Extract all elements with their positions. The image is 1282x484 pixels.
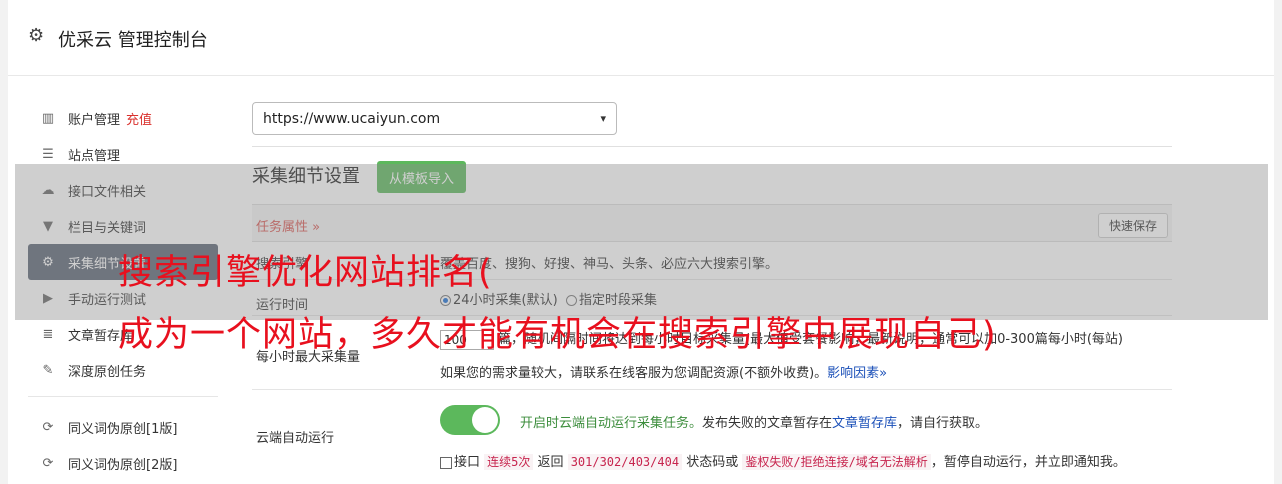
cloud-run-toggle[interactable]	[440, 405, 500, 435]
sidebar-divider	[28, 396, 218, 397]
sidebar-item-account[interactable]: ▥ 账户管理 充值	[28, 100, 218, 136]
cloud-run-desc: 开启时云端自动运行采集任务。发布失败的文章暂存在文章暂存库，请自行获取。	[520, 412, 988, 431]
page-title: 优采云 管理控制台	[58, 30, 208, 51]
refresh-icon: ⟳	[42, 455, 54, 471]
pause-text-status: 状态码或	[686, 455, 739, 470]
bar-chart-icon: ▥	[41, 110, 55, 126]
row-cloud-auto-run: 云端自动运行 开启时云端自动运行采集任务。发布失败的文章暂存在文章暂存库，请自行…	[252, 390, 1172, 484]
max-per-hour-line2: 如果您的需求量较大，请联系在线客服为您调配资源(不额外收费)。影响因素»	[440, 362, 887, 381]
pause-label: 接口	[454, 455, 481, 470]
sidebar-item-label: 同义词伪原创[2版]	[68, 457, 178, 473]
row-label: 云端自动运行	[256, 431, 335, 446]
sidebar-item-synonym-v2[interactable]: ⟳ 同义词伪原创[2版]	[28, 445, 218, 481]
capacity-note: 如果您的需求量较大，请联系在线客服为您调配资源(不额外收费)。	[440, 366, 828, 381]
chevron-double-icon: »	[879, 366, 888, 381]
sidebar-item-label: 深度原创任务	[68, 364, 147, 380]
gray-overlay-band	[15, 164, 1268, 320]
pause-text-return: 返回	[537, 455, 564, 470]
cloud-run-enabled-text: 开启时云端自动运行采集任务。	[520, 416, 703, 431]
code-consecutive: 连续5次	[484, 454, 534, 470]
divider	[252, 146, 1172, 147]
site-select[interactable]: https://www.ucaiyun.com ▾	[252, 102, 617, 135]
gear-icon: ⚙	[28, 25, 45, 46]
database-icon: ≣	[42, 326, 54, 342]
code-status: 301/302/403/404	[567, 454, 683, 470]
overlay-headline-line1: 搜索引擎优化网站排名(	[118, 253, 493, 293]
overlay-headline-line2: 成为一个网站，多久才能有机会在搜索引擎中展现自己)	[118, 315, 997, 355]
sidebar-item-label: 站点管理	[68, 148, 121, 164]
sidebar-item-synonym-v1[interactable]: ⟳ 同义词伪原创[1版]	[28, 409, 218, 445]
pause-text-tail: ，暂停自动运行，并立即通知我。	[930, 455, 1126, 470]
refresh-icon: ⟳	[42, 419, 54, 435]
article-storage-link[interactable]: 文章暂存库	[832, 416, 897, 431]
sidebar-item-deep-original[interactable]: ✎ 深度原创任务	[28, 352, 218, 388]
server-icon: ☰	[42, 146, 54, 162]
factors-link[interactable]: 影响因素»	[827, 366, 887, 381]
sidebar-item-label: 同义词伪原创[1版]	[68, 421, 178, 437]
edit-icon: ✎	[42, 362, 54, 378]
toggle-knob	[472, 407, 498, 433]
cloud-run-note-a: 发布失败的文章暂存在	[702, 416, 833, 431]
site-select-value: https://www.ucaiyun.com	[263, 110, 441, 127]
cloud-run-note-b: ，请自行获取。	[897, 416, 989, 431]
recharge-link[interactable]: 充值	[126, 109, 152, 128]
pause-checkbox[interactable]	[440, 456, 452, 469]
sidebar-item-label: 账户管理	[68, 112, 121, 128]
code-errors: 鉴权失败/拒绝连接/域名无法解析	[742, 454, 931, 470]
pause-rule: 接口 连续5次 返回 301/302/403/404 状态码或 鉴权失败/拒绝连…	[440, 451, 1126, 470]
app-header: ⚙ 优采云 管理控制台	[8, 0, 1274, 76]
chevron-down-icon: ▾	[600, 112, 606, 125]
